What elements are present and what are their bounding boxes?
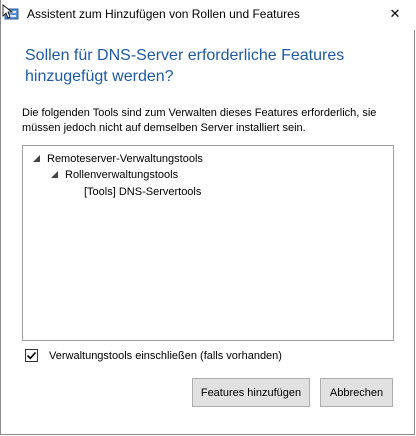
cancel-button[interactable]: Abbrechen [320,378,393,407]
title-bar[interactable]: Assistent zum Hinzufügen von Rollen und … [1,0,416,30]
close-button[interactable]: ✕ [383,3,407,25]
tree-item-rollenverwaltungstools[interactable]: Rollenverwaltungstools [50,167,178,182]
dialog-description: Die folgenden Tools sind zum Verwalten d… [22,107,377,134]
tree-item-label: Remoteserver-Verwaltungstools [47,152,203,165]
close-icon: ✕ [389,6,401,21]
required-features-tree[interactable]: Remoteserver-Verwaltungstools Rollenverw… [22,145,394,341]
expanded-triangle-icon[interactable] [32,154,41,163]
window-title: Assistent zum Hinzufügen von Rollen und … [27,7,300,21]
expanded-triangle-icon[interactable] [50,170,59,179]
server-manager-icon [2,4,22,24]
include-tools-checkbox-row[interactable]: Verwaltungstools einschließen (falls vor… [25,349,282,362]
dialog-heading: Sollen für DNS-Server erforderliche Feat… [25,47,345,85]
tree-item-label: [Tools] DNS-Servertools [84,185,202,198]
include-tools-label: Verwaltungstools einschließen (falls vor… [49,349,282,362]
dialog-window: Assistent zum Hinzufügen von Rollen und … [0,0,416,435]
tree-item-dns-servertools[interactable]: [Tools] DNS-Servertools [84,184,201,199]
include-tools-checkbox[interactable] [25,349,38,362]
checkmark-icon [26,351,37,360]
add-features-button[interactable]: Features hinzufügen [192,378,310,407]
tree-item-label: Rollenverwaltungstools [65,168,179,181]
tree-item-remoteserver-verwaltungstools[interactable]: Remoteserver-Verwaltungstools [32,151,203,166]
